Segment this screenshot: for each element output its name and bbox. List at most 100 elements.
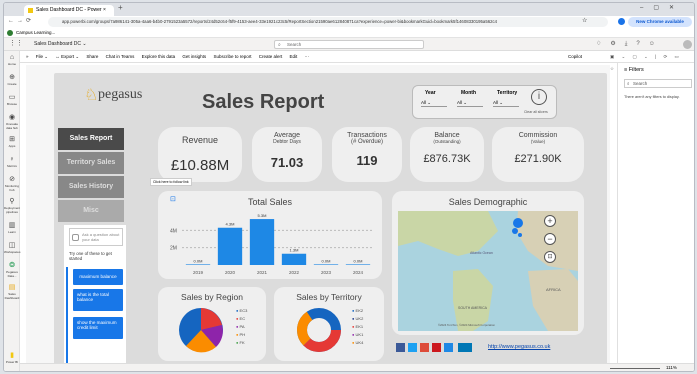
metrics-icon: ♀	[9, 156, 15, 163]
star-icon[interactable]: ☆	[582, 17, 587, 24]
profile-icon[interactable]	[618, 18, 625, 25]
slicer-year[interactable]: All ⌄	[421, 100, 447, 107]
rail-monitoring[interactable]: ⊘ Monitoring hub	[4, 175, 20, 193]
chart-title: Sales by Territory	[296, 292, 362, 302]
rail-create[interactable]: ⊕ Create	[4, 73, 20, 91]
qa-suggestion-credit-limit[interactable]: show the maximum credit limit	[73, 317, 123, 339]
action-file[interactable]: File ⌄	[36, 54, 48, 59]
browser-tab[interactable]: Sales Dashboard DC - Power ×	[24, 5, 114, 16]
learn-icon: ▥	[8, 222, 16, 229]
rail-learn[interactable]: ▥ Learn	[4, 221, 20, 239]
legend-label: PH	[239, 332, 246, 337]
slicer-year-label: Year	[425, 90, 436, 96]
nav-territory-sales[interactable]: Territory Sales	[58, 152, 124, 174]
rail-onelake[interactable]: ◉ OneLake data hub	[4, 113, 20, 131]
website-link[interactable]: http://www.pegasus.co.uk	[488, 344, 550, 350]
kpi-transactions: Transactions (# Overdue) 119	[332, 127, 402, 182]
rail-pegasus[interactable]: ❂ Pegasus Data...	[4, 261, 20, 279]
rail-label: Pegasus Data...	[6, 270, 18, 278]
rail-apps[interactable]: ⊞ Apps	[4, 135, 20, 153]
window-controls[interactable]: –▢✕	[640, 4, 684, 11]
link-icon[interactable]: ⊡	[170, 195, 176, 203]
action-insights[interactable]: Get insights	[182, 54, 206, 59]
rail-sales-dashboard[interactable]: ▤ Sales Dashboard	[4, 283, 20, 301]
qa-suggestion-max-balance[interactable]: maximum balance	[73, 269, 123, 285]
app-launcher-icon[interactable]: ⋮⋮	[9, 39, 23, 47]
data-label: 1.3M	[290, 248, 299, 253]
action-more[interactable]: ···	[305, 54, 310, 59]
facebook-icon[interactable]	[396, 343, 405, 352]
url-field[interactable]: app.powerbi.com/groups/7a986141-305a-4aa…	[48, 17, 608, 27]
qa-suggestion-total-balance[interactable]: what is the total balance	[73, 289, 123, 311]
copilot-button[interactable]: Copilot	[568, 51, 588, 63]
action-teams[interactable]: Chat in Teams	[106, 54, 135, 59]
kpi-revenue: Revenue £10.88M	[158, 127, 242, 182]
action-edit[interactable]: Edit	[290, 54, 298, 59]
zoom-slider[interactable]	[610, 368, 660, 369]
workspaces-icon: ◫	[8, 242, 16, 249]
rail-label: Monitoring hub	[4, 184, 19, 192]
google-plus-icon[interactable]	[420, 343, 429, 352]
linkedin-icon[interactable]	[458, 343, 472, 352]
bookmark-item[interactable]: Campus Learning...	[16, 30, 55, 35]
logo-text: pegasus	[98, 87, 143, 102]
filters-search[interactable]: ⌕ Search	[624, 79, 692, 88]
copilot-label: Copilot	[568, 54, 583, 59]
twitter-icon[interactable]	[408, 343, 417, 352]
deployment-icon: ⚲	[9, 198, 15, 205]
header-icons[interactable]: ♢⚙⤓?☺	[596, 40, 664, 48]
legend-label: UK4	[355, 340, 364, 345]
map[interactable]: Atlantic Ocean AFRICA SOUTH AMERICA ©202…	[398, 211, 578, 331]
rail-metrics[interactable]: ♀ Metrics	[4, 155, 20, 173]
nav-sales-report[interactable]: Sales Report	[58, 128, 124, 150]
youtube-icon[interactable]	[432, 343, 441, 352]
legend-label: EK2	[355, 308, 364, 313]
rail-workspaces[interactable]: ◫ Workspaces	[4, 241, 20, 259]
action-explore[interactable]: Explore this data	[142, 54, 176, 59]
nav-misc[interactable]: Misc	[58, 200, 124, 222]
breadcrumb[interactable]: Sales Dashboard DC ⌄	[34, 41, 87, 47]
zoom-in-icon[interactable]: +	[544, 215, 556, 227]
map-copyright: ©2024 TomTom, ©2024 Microsoft Corporatio…	[438, 323, 495, 327]
rail-browse[interactable]: ▭ Browse	[4, 93, 20, 111]
nav-sales-history[interactable]: Sales History	[58, 176, 124, 198]
slicer-value: All	[493, 100, 499, 105]
filters-title-text: Filters	[628, 67, 644, 73]
qa-panel: Ask a question about your data Try one o…	[64, 225, 126, 368]
clear-slicers-button[interactable]: Clear all slicers	[524, 110, 548, 114]
tab-bar: Sales Dashboard DC - Power × + –▢✕	[4, 3, 694, 16]
qa-placeholder: Ask a question about your data	[82, 232, 120, 242]
map-select-icon[interactable]: ⊡	[544, 251, 556, 263]
action-alert[interactable]: Create alert	[259, 54, 283, 59]
new-tab-icon[interactable]: +	[118, 3, 123, 12]
action-subscribe[interactable]: Subscribe to report	[213, 54, 251, 59]
blog-icon[interactable]	[444, 343, 453, 352]
powerbi-favicon-icon	[28, 8, 33, 13]
action-share[interactable]: Share	[86, 54, 98, 59]
pegasus-workspace-icon: ❂	[9, 262, 15, 269]
qa-input[interactable]: Ask a question about your data	[69, 228, 123, 246]
expand-icon[interactable]: »	[26, 54, 29, 59]
new-chrome-button[interactable]: New Chrome available	[628, 17, 692, 27]
legend-label: PA	[239, 324, 245, 329]
info-icon[interactable]: i	[531, 89, 547, 105]
browse-icon: ▭	[8, 94, 16, 101]
zoom-out-icon[interactable]: −	[544, 233, 556, 245]
slicer-month[interactable]: All ⌄	[457, 100, 483, 107]
search-input[interactable]: ⌕ Search	[274, 40, 424, 49]
slicer-territory-label: Territory	[497, 90, 518, 96]
rail-deployment[interactable]: ⚲ Deployment pipelines	[4, 197, 20, 215]
avatar[interactable]	[683, 40, 692, 49]
rail-home[interactable]: ⌂ Home	[4, 53, 20, 71]
rail-powerbi[interactable]: ▮ Power BI	[4, 351, 20, 369]
x-tick-label: 2023	[321, 270, 332, 275]
kpi-commission: Commission (Value) £271.90K	[492, 127, 584, 182]
kpi-debtor-days: Average Debtor Days 71.03	[252, 127, 322, 182]
legend-label: EK1	[355, 324, 364, 329]
nav-arrows-icon[interactable]: ←→⟳	[8, 17, 34, 24]
slicer-territory[interactable]: All ⌄	[493, 100, 519, 107]
filters-title[interactable]: ≡ Filters	[624, 67, 644, 73]
action-export[interactable]: ↔ Export ⌄	[55, 54, 79, 59]
legend-item: ● EC	[236, 316, 246, 321]
kpi-value: £10.88M	[170, 157, 230, 174]
